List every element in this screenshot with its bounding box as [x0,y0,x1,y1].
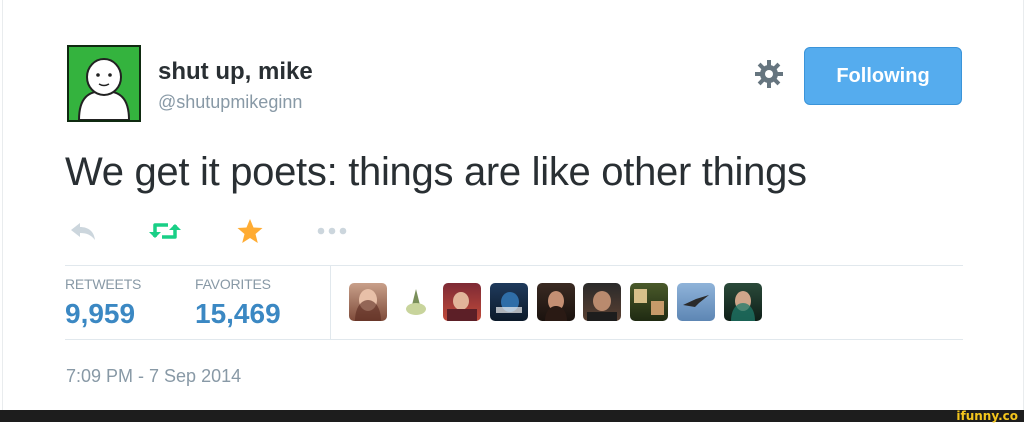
favoriter-avatar[interactable] [349,283,387,321]
stats-divider [330,266,331,339]
favorites-label: FAVORITES [195,276,271,292]
favoriter-avatar[interactable] [583,283,621,321]
star-icon[interactable] [236,217,264,245]
retweets-count[interactable]: 9,959 [65,298,135,330]
tweet-card: shut up, mike @shutupmikeginn Following … [2,0,1024,410]
avatar[interactable] [67,45,141,122]
favoriter-avatar[interactable] [677,283,715,321]
favorites-count[interactable]: 15,469 [195,298,281,330]
retweet-icon[interactable] [148,219,182,243]
divider [65,265,963,266]
favoriter-avatar[interactable] [537,283,575,321]
display-name[interactable]: shut up, mike [158,58,313,86]
favoriter-avatar[interactable] [490,283,528,321]
screen-name[interactable]: @shutupmikeginn [158,92,302,113]
timestamp[interactable]: 7:09 PM - 7 Sep 2014 [66,366,241,387]
reply-icon[interactable] [69,220,97,244]
favoriter-avatar[interactable] [630,283,668,321]
gear-icon[interactable] [753,58,785,90]
ellipsis-icon[interactable] [316,223,348,239]
bottom-bar [0,410,1024,422]
favoriter-avatar[interactable] [724,283,762,321]
divider [65,339,963,340]
following-button[interactable]: Following [804,47,962,105]
watermark: ifunny.co [956,409,1018,423]
tweet-text: We get it poets: things are like other t… [65,150,807,194]
retweets-label: RETWEETS [65,276,142,292]
favoriter-avatar[interactable] [443,283,481,321]
favoriter-avatar[interactable] [397,283,435,321]
